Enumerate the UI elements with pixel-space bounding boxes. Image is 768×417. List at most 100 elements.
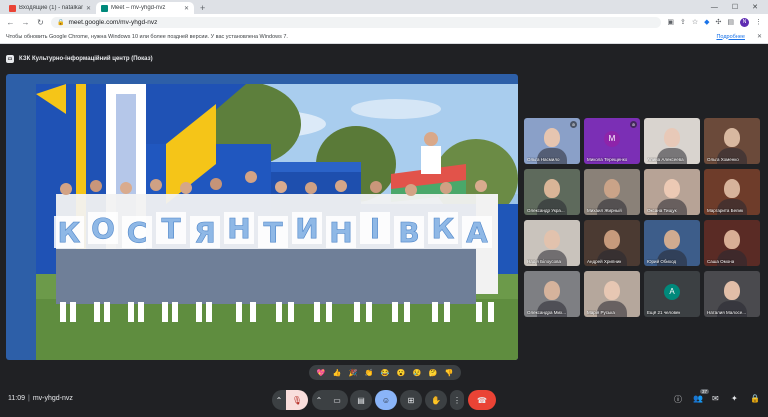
raise-hand-button[interactable]: ✋	[425, 390, 447, 410]
emoji-button[interactable]: ☺	[375, 390, 397, 410]
separator: |	[28, 395, 30, 402]
reaction-emoji[interactable]: 👎	[445, 369, 454, 377]
info-icon[interactable]: ⓘ	[674, 394, 682, 405]
hand-icon: ✋	[431, 395, 441, 405]
participant-tile[interactable]: ⊘ Ольга Насмило	[524, 118, 580, 164]
leave-call-button[interactable]: ☎	[468, 390, 496, 410]
activities-icon[interactable]: ✦	[731, 394, 738, 403]
people-button[interactable]: 👥 37	[693, 389, 709, 403]
sidebar-icon[interactable]: ▤	[727, 18, 734, 26]
participant-video	[664, 179, 680, 198]
reaction-emoji[interactable]: 👏	[365, 369, 374, 377]
participant-video	[664, 230, 680, 249]
participant-name: Наталия Малосе...	[707, 310, 746, 315]
participant-tile[interactable]: Михаил Жирный	[584, 169, 640, 215]
photo-letter: Т	[263, 216, 282, 249]
mic-options-button[interactable]: ⌃	[272, 390, 286, 410]
participant-tile[interactable]: Олександр Укра...	[524, 169, 580, 215]
reaction-emoji[interactable]: 🎉	[349, 369, 358, 377]
extension-icon[interactable]: ◆	[704, 18, 709, 26]
reaction-emoji[interactable]: 💖	[317, 369, 326, 377]
url-text: meet.google.com/mv-yhgd-nvz	[68, 18, 158, 26]
participant-video	[724, 128, 740, 147]
window-controls: — ☐ ✕	[711, 0, 768, 14]
people-icon: 👥	[693, 394, 703, 403]
close-icon[interactable]: ✕	[86, 5, 91, 12]
infobar-message: Чтобы обновить Google Chrome, нужна Wind…	[6, 33, 288, 40]
infobar-link[interactable]: Подробнее	[716, 34, 745, 40]
participant-tile[interactable]: Марія Руська	[584, 271, 640, 317]
participant-tile[interactable]: Саша Омона	[704, 220, 760, 266]
reaction-emoji[interactable]: 😢	[413, 369, 422, 377]
participant-video	[544, 230, 560, 249]
url-field[interactable]: 🔒 meet.google.com/mv-yhgd-nvz	[51, 16, 662, 28]
profile-avatar[interactable]: N	[740, 17, 749, 27]
photo-letter: А	[466, 216, 488, 249]
participant-name: Марія Руська	[587, 310, 615, 315]
participant-tile[interactable]: Олександра Мих...	[524, 271, 580, 317]
reaction-emoji[interactable]: 😮	[397, 369, 406, 377]
participant-tile[interactable]: Оксана Тищук	[644, 169, 700, 215]
reactions-bar: 💖 👍 🎉 👏 😂 😮 😢 🤔 👎	[309, 365, 461, 380]
participant-tile[interactable]: Юрий Обиход	[644, 220, 700, 266]
participant-tile[interactable]: Ольга Хоменко	[704, 118, 760, 164]
meeting-code: mv-yhgd-nvz	[32, 395, 73, 402]
participant-tile[interactable]: M ⊘ Микола Терещенко	[584, 118, 640, 164]
more-options-button[interactable]: ⋮	[450, 390, 464, 410]
close-icon[interactable]: ✕	[184, 5, 189, 12]
participant-tile[interactable]: Алина Алексеева	[644, 118, 700, 164]
captions-icon: ▤	[357, 395, 365, 405]
new-tab-button[interactable]: +	[194, 2, 211, 14]
participant-tile[interactable]: Андрей Хрипник	[584, 220, 640, 266]
share-icon[interactable]: ⇪	[680, 18, 686, 26]
participant-tile[interactable]: Наталия Малосе...	[704, 271, 760, 317]
participant-name: Оксана Тищук	[647, 208, 677, 213]
participant-name: Андрей Хрипник	[587, 259, 622, 264]
meet-control-bar: 11:09 | mv-yhgd-nvz ⌃ 🎙 ⌃ ▭ ▤ ☺ ⊞ ✋ ⋮ ☎ ⓘ …	[0, 384, 768, 417]
camera-icon[interactable]: ▣	[667, 18, 674, 26]
lock-icon[interactable]: 🔒	[57, 19, 64, 26]
menu-icon[interactable]: ⋮	[755, 18, 762, 26]
participant-video	[724, 179, 740, 198]
participant-tile[interactable]: Надія Білоусова	[524, 220, 580, 266]
reload-icon[interactable]: ↻	[36, 18, 45, 27]
call-end-icon: ☎	[477, 395, 487, 405]
presentation-stage[interactable]: КОСТЯНТИНІВКА	[6, 74, 518, 360]
present-button[interactable]: ⊞	[400, 390, 422, 410]
close-window-icon[interactable]: ✕	[752, 3, 758, 11]
present-icon: ⊞	[407, 395, 415, 405]
mic-toggle-button[interactable]: 🎙	[286, 390, 308, 410]
photo-letter: И	[295, 212, 318, 245]
puzzle-icon[interactable]: ✣	[716, 18, 722, 26]
participant-name: Ольга Насмило	[527, 157, 560, 162]
participant-video	[664, 128, 680, 147]
captions-button[interactable]: ▤	[350, 390, 372, 410]
lock-icon[interactable]: 🔒	[750, 394, 760, 403]
star-icon[interactable]: ☆	[692, 18, 698, 26]
close-icon[interactable]: ✕	[757, 33, 762, 40]
participant-video	[544, 179, 560, 198]
reaction-emoji[interactable]: 👍	[333, 369, 342, 377]
camera-options-button[interactable]: ⌃	[312, 390, 326, 410]
back-icon[interactable]: ←	[6, 18, 15, 27]
presentation-icon: ▭	[6, 55, 14, 63]
maximize-icon[interactable]: ☐	[732, 3, 738, 11]
presenter-label: ▭ КЗК Культурно-інформаційний центр (Пок…	[6, 51, 518, 67]
camera-toggle-button[interactable]: ▭	[326, 390, 348, 410]
chat-icon[interactable]: ✉	[712, 394, 719, 403]
participant-video	[544, 128, 560, 147]
presented-photo: КОСТЯНТИНІВКА	[36, 84, 518, 360]
reaction-emoji[interactable]: 😂	[381, 369, 390, 377]
participant-tile[interactable]: A Ещё 21 человек	[644, 271, 700, 317]
meeting-info: 11:09 | mv-yhgd-nvz	[8, 395, 73, 402]
tab-meet[interactable]: Meet – mv-yhgd-nvz ✕	[96, 2, 194, 14]
participant-video	[604, 179, 620, 198]
meet-window: ▭ КЗК Культурно-інформаційний центр (Пок…	[0, 44, 768, 417]
minimize-icon[interactable]: —	[711, 4, 718, 11]
participant-tile[interactable]: Маргарита Белик	[704, 169, 760, 215]
participant-name: Надія Білоусова	[527, 259, 561, 264]
reaction-emoji[interactable]: 🤔	[429, 369, 438, 377]
tab-gmail[interactable]: Входящие (1) - natalkamalakaud@g... ✕	[4, 2, 96, 14]
video-camera-icon: ▭	[333, 395, 341, 405]
forward-icon[interactable]: →	[21, 18, 30, 27]
